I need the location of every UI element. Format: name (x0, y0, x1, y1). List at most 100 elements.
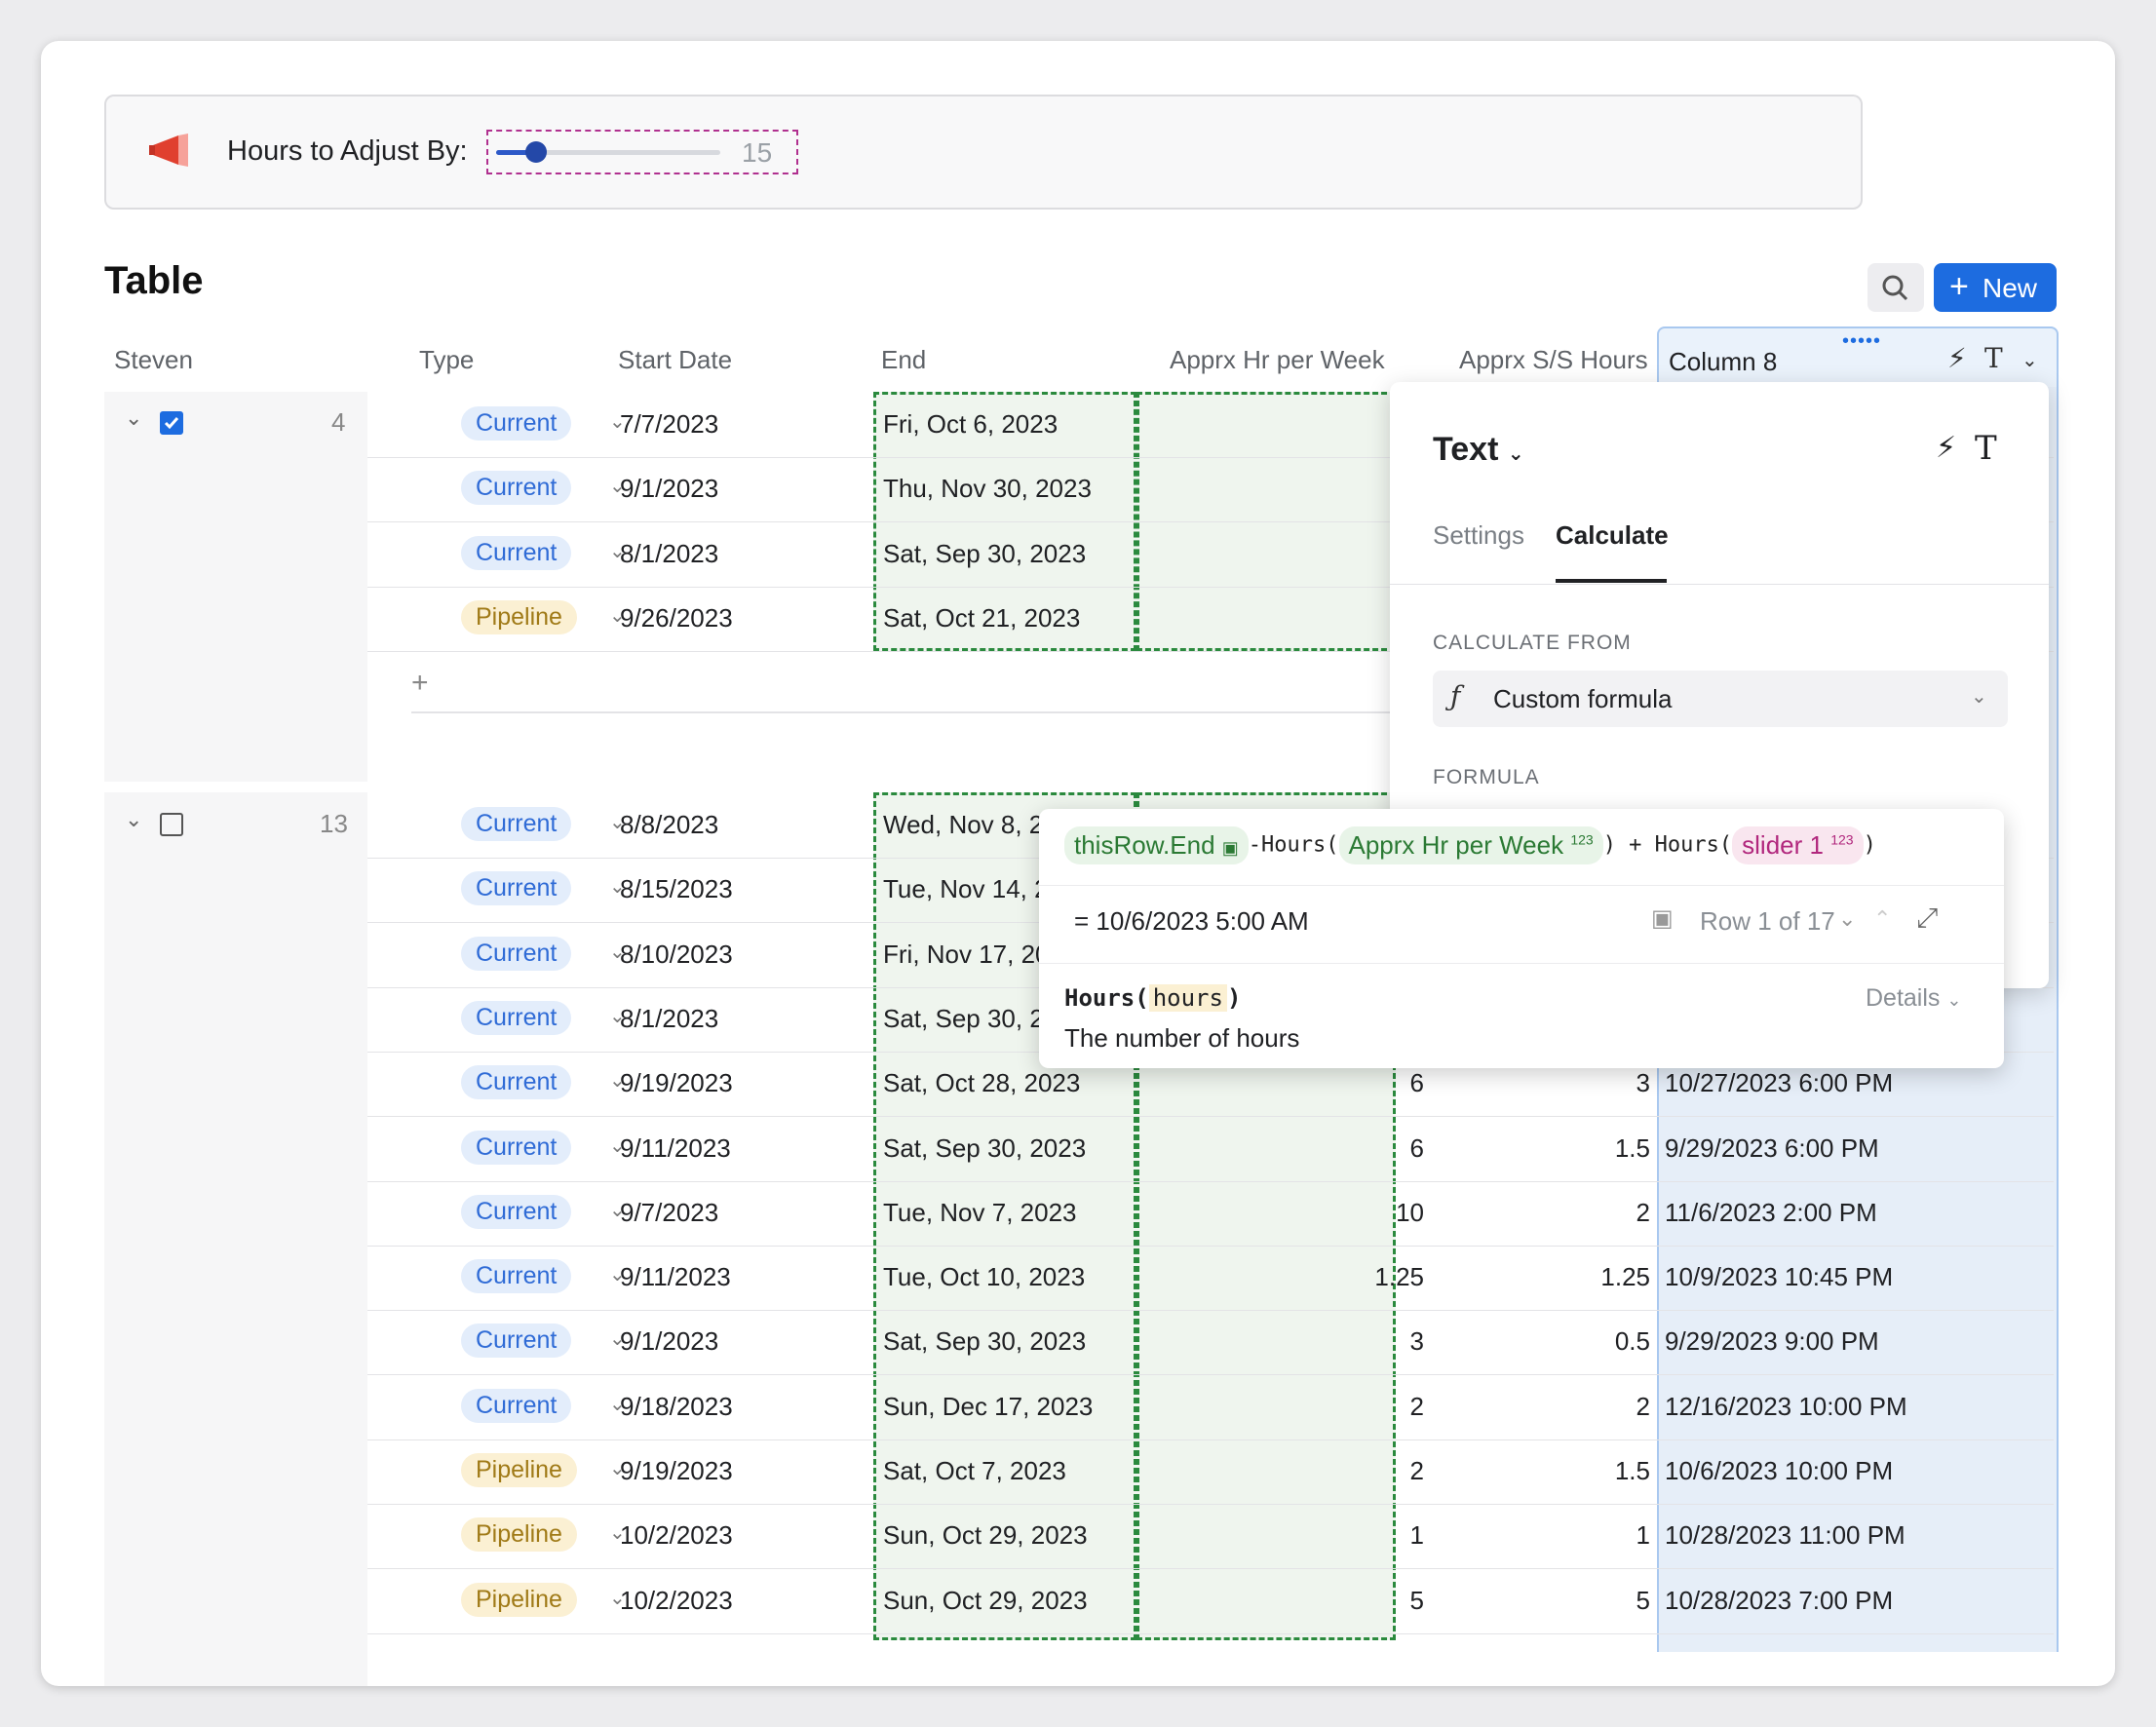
type-chip[interactable]: Current (461, 1259, 572, 1294)
end-cell[interactable]: Thu, Nov 30, 2023 (883, 474, 1092, 504)
table-row[interactable]: Current ⌄ 9/1/2023 Sat, Sep 30, 2023 3 0.5 9/2… (367, 1310, 2054, 1376)
new-row-button[interactable]: + New (1934, 263, 2057, 312)
tab-calculate[interactable]: Calculate (1556, 520, 1669, 551)
end-cell[interactable]: Fri, Oct 6, 2023 (883, 409, 1058, 440)
start-date-cell[interactable]: 9/18/2023 (620, 1392, 733, 1422)
formula-input[interactable]: thisRow.End ▣ -Hours(Apprx Hr per Week 12… (1064, 826, 1876, 871)
hr-per-week-cell[interactable]: 5 (1410, 1586, 1424, 1616)
formula-token-slider[interactable]: slider 1 123 (1732, 826, 1864, 864)
end-cell[interactable]: Sat, Oct 28, 2023 (883, 1068, 1080, 1098)
column8-cell[interactable]: 10/27/2023 6:00 PM (1665, 1068, 1893, 1098)
lightning-icon[interactable]: ⚡ (1936, 431, 1956, 465)
ss-hours-cell[interactable]: 3 (1636, 1068, 1650, 1098)
column8-cell[interactable]: 10/28/2023 11:00 PM (1665, 1520, 1906, 1551)
end-cell[interactable]: Sun, Dec 17, 2023 (883, 1392, 1093, 1422)
type-chip[interactable]: Current (461, 406, 572, 441)
formula-token-hr-per-week[interactable]: Apprx Hr per Week 123 (1338, 826, 1603, 864)
ss-hours-cell[interactable]: 1.5 (1615, 1133, 1650, 1164)
type-chip[interactable]: Current (461, 1324, 572, 1359)
chevron-down-icon[interactable]: ⌄ (2021, 348, 2038, 372)
type-chip[interactable]: Current (461, 1130, 572, 1165)
start-date-cell[interactable]: 8/15/2023 (620, 874, 733, 904)
add-row-button[interactable]: + (411, 667, 429, 700)
column8-cell[interactable]: 9/29/2023 9:00 PM (1665, 1326, 1879, 1357)
type-chip[interactable]: Current (461, 535, 572, 570)
hr-per-week-cell[interactable]: 1 (1410, 1520, 1424, 1551)
start-date-cell[interactable]: 9/26/2023 (620, 603, 733, 633)
table-row[interactable]: Current ⌄ 9/18/2023 Sun, Dec 17, 2023 2 2 12/1… (367, 1375, 2054, 1440)
prev-row-button[interactable]: ⌃ (1873, 906, 1891, 932)
text-type-icon[interactable]: T (1975, 429, 1997, 468)
ss-hours-cell[interactable]: 0.5 (1615, 1326, 1650, 1357)
type-chip[interactable]: Current (461, 1194, 572, 1229)
ss-hours-cell[interactable]: 2 (1636, 1198, 1650, 1228)
col-header-end[interactable]: End (881, 345, 926, 375)
col-header-start-date[interactable]: Start Date (618, 345, 732, 375)
column8-cell[interactable]: 12/16/2023 10:00 PM (1665, 1392, 1907, 1422)
col-header-steven[interactable]: Steven (114, 345, 193, 375)
table-row[interactable]: Current ⌄ 9/7/2023 Tue, Nov 7, 2023 10 2 11/6/… (367, 1181, 2054, 1247)
column8-cell[interactable]: 9/29/2023 6:00 PM (1665, 1133, 1879, 1164)
group2-collapse-icon[interactable]: ⌄ (125, 807, 142, 832)
start-date-cell[interactable]: 8/10/2023 (620, 940, 733, 970)
hr-per-week-cell[interactable]: 3 (1410, 1326, 1424, 1357)
formula-editor[interactable]: thisRow.End ▣ -Hours(Apprx Hr per Week 12… (1039, 809, 2004, 1068)
column8-cell[interactable]: 11/6/2023 2:00 PM (1665, 1198, 1877, 1228)
type-chip[interactable]: Pipeline (461, 1517, 577, 1553)
end-cell[interactable]: Tue, Nov 7, 2023 (883, 1198, 1077, 1228)
hr-per-week-cell[interactable]: 2 (1410, 1392, 1424, 1422)
ss-hours-cell[interactable]: 5 (1636, 1586, 1650, 1616)
end-cell[interactable]: Sat, Sep 30, 2 (883, 1004, 1044, 1034)
start-date-cell[interactable]: 9/11/2023 (620, 1262, 731, 1292)
ss-hours-cell[interactable]: 1 (1636, 1520, 1650, 1551)
expand-icon[interactable]: ⤢ (1916, 902, 1938, 935)
hr-per-week-cell[interactable]: 10 (1396, 1198, 1424, 1228)
start-date-cell[interactable]: 9/7/2023 (620, 1198, 718, 1228)
hr-per-week-cell[interactable]: 6 (1410, 1068, 1424, 1098)
end-cell[interactable]: Wed, Nov 8, 2 (883, 810, 1043, 840)
end-cell[interactable]: Fri, Nov 17, 20 (883, 940, 1050, 970)
slider-thumb[interactable] (524, 141, 547, 163)
col-header-type[interactable]: Type (419, 345, 474, 375)
type-chip[interactable]: Current (461, 1065, 572, 1100)
end-cell[interactable]: Sun, Oct 29, 2023 (883, 1586, 1088, 1616)
start-date-cell[interactable]: 8/1/2023 (620, 1004, 718, 1034)
column8-cell[interactable]: 10/6/2023 10:00 PM (1665, 1456, 1893, 1486)
group1-checkbox[interactable] (160, 411, 183, 435)
end-cell[interactable]: Sat, Sep 30, 2023 (883, 539, 1086, 569)
drag-handle-icon[interactable]: ••••• (1842, 330, 1881, 353)
start-date-cell[interactable]: 8/1/2023 (620, 539, 718, 569)
tab-settings[interactable]: Settings (1433, 520, 1524, 551)
end-cell[interactable]: Tue, Oct 10, 2023 (883, 1262, 1085, 1292)
end-cell[interactable]: Sat, Oct 21, 2023 (883, 603, 1080, 633)
column8-cell[interactable]: 10/9/2023 10:45 PM (1665, 1262, 1893, 1292)
col-header-ss-hours[interactable]: Apprx S/S Hours (1459, 345, 1648, 375)
next-row-button[interactable]: ⌄ (1838, 906, 1856, 932)
start-date-cell[interactable]: 8/8/2023 (620, 810, 718, 840)
lightning-icon[interactable]: ⚡ (1947, 342, 1967, 374)
end-cell[interactable]: Sat, Sep 30, 2023 (883, 1326, 1086, 1357)
type-chip[interactable]: Pipeline (461, 1453, 577, 1487)
ss-hours-cell[interactable]: 1.25 (1600, 1262, 1650, 1292)
column8-cell[interactable]: 10/28/2023 7:00 PM (1665, 1586, 1893, 1616)
hr-per-week-cell[interactable]: 6 (1410, 1133, 1424, 1164)
table-row[interactable]: Current ⌄ 9/11/2023 Tue, Oct 10, 2023 1.25 1.… (367, 1246, 2054, 1312)
end-cell[interactable]: Sun, Oct 29, 2023 (883, 1520, 1088, 1551)
start-date-cell[interactable]: 10/2/2023 (620, 1586, 733, 1616)
start-date-cell[interactable]: 9/1/2023 (620, 1326, 718, 1357)
formula-token-thisrow-end[interactable]: thisRow.End ▣ (1064, 826, 1249, 864)
start-date-cell[interactable]: 7/7/2023 (620, 409, 718, 440)
hours-slider[interactable]: 15 (486, 130, 798, 174)
type-chip[interactable]: Current (461, 1388, 572, 1423)
type-chip[interactable]: Current (461, 1000, 572, 1035)
start-date-cell[interactable]: 9/11/2023 (620, 1133, 731, 1164)
table-row[interactable]: Current ⌄ 9/11/2023 Sat, Sep 30, 2023 6 1.5 9/… (367, 1117, 2054, 1182)
type-chip[interactable]: Pipeline (461, 599, 577, 634)
ss-hours-cell[interactable]: 2 (1636, 1392, 1650, 1422)
text-type-icon[interactable]: T (1984, 342, 2003, 374)
hr-per-week-cell[interactable]: 1.25 (1374, 1262, 1424, 1292)
type-chip[interactable]: Current (461, 871, 572, 906)
start-date-cell[interactable]: 9/19/2023 (620, 1068, 733, 1098)
col-header-column8[interactable]: ••••• Column 8 ⚡ T ⌄ (1657, 326, 2059, 387)
table-row[interactable]: Pipeline ⌄ 10/2/2023 Sun, Oct 29, 2023 1 1 10/… (367, 1504, 2054, 1570)
